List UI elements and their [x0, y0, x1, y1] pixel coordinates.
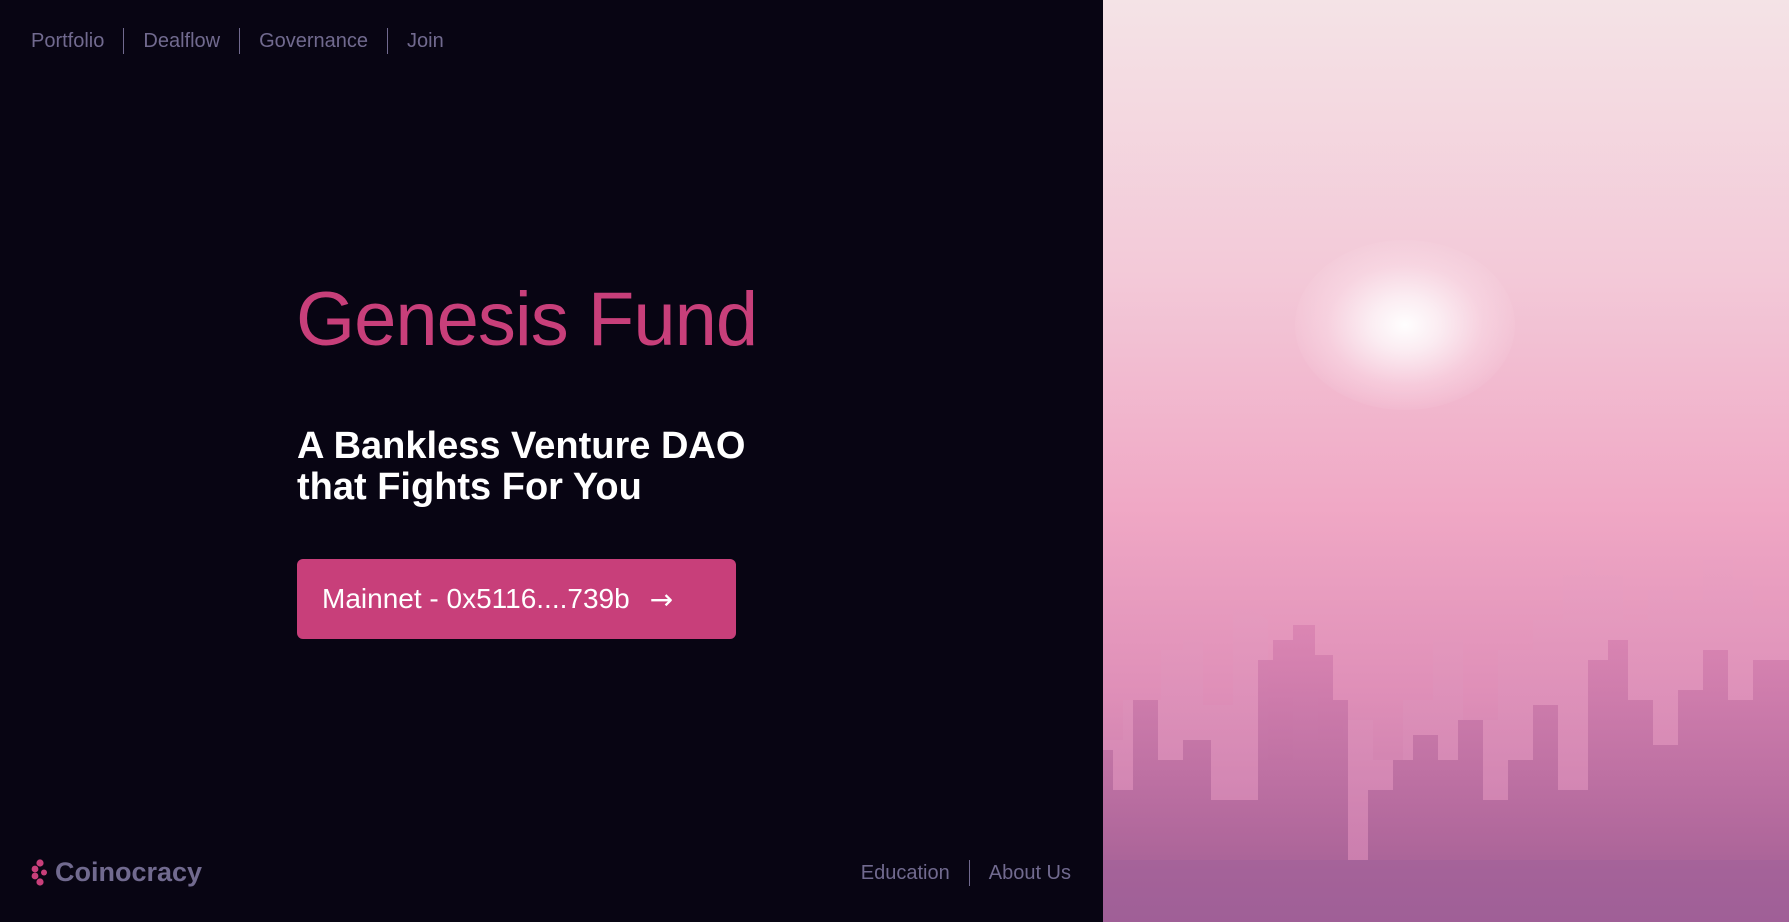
- mainnet-address-button[interactable]: Mainnet - 0x5116....739b →: [297, 559, 736, 639]
- brand-logo[interactable]: Coinocracy: [31, 857, 202, 888]
- nav-link-join[interactable]: Join: [407, 30, 444, 53]
- hero-subtitle-line-1: A Bankless Venture DAO: [297, 425, 746, 467]
- coinocracy-logo-icon: [31, 859, 47, 886]
- hero-subtitle: A Bankless Venture DAO that Fights For Y…: [297, 426, 817, 508]
- arrow-right-icon: →: [649, 582, 674, 616]
- nav-divider: [123, 28, 125, 54]
- nav-link-governance[interactable]: Governance: [259, 30, 368, 53]
- nav-divider: [387, 28, 389, 54]
- nav-link-portfolio[interactable]: Portfolio: [31, 30, 104, 53]
- landing-page: Portfolio Dealflow Governance Join Genes…: [0, 0, 1789, 922]
- footer-link-about-us[interactable]: About Us: [989, 862, 1071, 885]
- page-title: Genesis Fund: [296, 277, 758, 362]
- nav-divider: [239, 28, 241, 54]
- footer-nav: Education About Us: [861, 860, 1071, 886]
- nav-divider: [968, 860, 970, 886]
- hero-subtitle-line-2: that Fights For You: [297, 466, 642, 508]
- skyline-silhouette: [1103, 560, 1789, 922]
- nav-link-dealflow[interactable]: Dealflow: [143, 30, 220, 53]
- footer-link-education[interactable]: Education: [861, 862, 950, 885]
- brand-name: Coinocracy: [55, 857, 203, 887]
- mainnet-address-label: Mainnet - 0x5116....739b: [322, 583, 630, 614]
- top-nav: Portfolio Dealflow Governance Join: [31, 28, 444, 54]
